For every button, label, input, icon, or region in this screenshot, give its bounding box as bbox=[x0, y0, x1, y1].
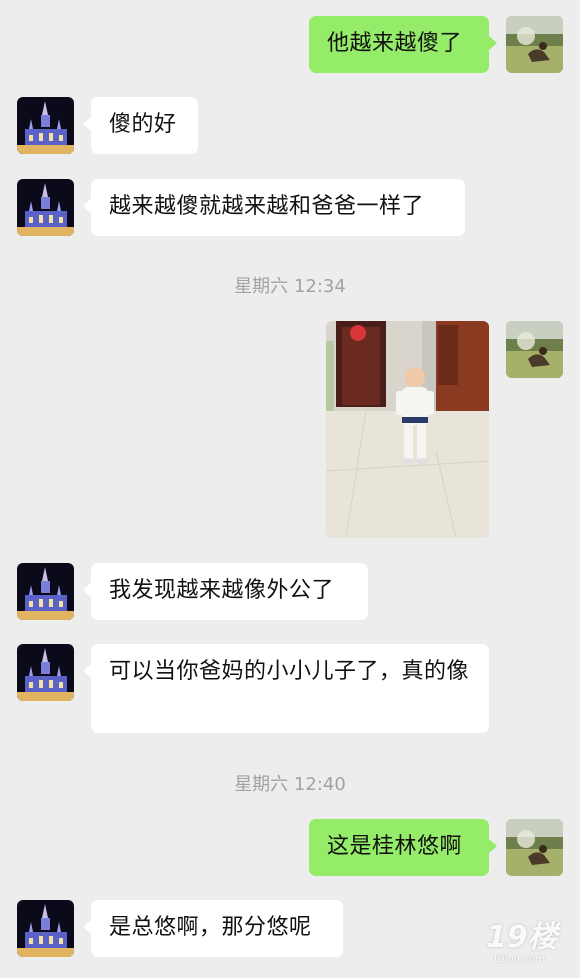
castle-avatar-image bbox=[17, 179, 74, 236]
message-bubble-received[interactable]: 傻的好 bbox=[83, 97, 198, 154]
image-message[interactable] bbox=[326, 321, 489, 538]
watermark-logo-text: 19楼 bbox=[486, 920, 558, 955]
user-avatar[interactable] bbox=[506, 819, 563, 876]
user-avatar[interactable] bbox=[506, 321, 563, 378]
castle-avatar-image bbox=[17, 644, 74, 701]
timestamp: 星期六 12:40 bbox=[234, 774, 346, 795]
site-watermark: 19楼 19lou.com bbox=[486, 920, 566, 968]
message-bubble-sent[interactable]: 他越来越傻了 bbox=[309, 16, 497, 73]
message-bubble-received[interactable]: 我发现越来越像外公了 bbox=[83, 563, 368, 620]
contact-avatar[interactable] bbox=[17, 97, 74, 154]
woman-on-grass-avatar-image bbox=[506, 321, 563, 378]
message-bubble-received[interactable]: 是总悠啊，那分悠呢 bbox=[83, 900, 343, 957]
woman-on-grass-avatar-image bbox=[506, 16, 563, 73]
castle-avatar-image bbox=[17, 900, 74, 957]
contact-avatar[interactable] bbox=[17, 179, 74, 236]
contact-avatar[interactable] bbox=[17, 900, 74, 957]
timestamp: 星期六 12:34 bbox=[234, 276, 346, 297]
woman-on-grass-avatar-image bbox=[506, 819, 563, 876]
castle-avatar-image bbox=[17, 97, 74, 154]
message-bubble-sent[interactable]: 这是桂林悠啊 bbox=[309, 819, 497, 876]
toddler-photo bbox=[326, 321, 489, 538]
contact-avatar[interactable] bbox=[17, 644, 74, 701]
message-bubble-received[interactable]: 越来越傻就越来越和爸爸一样了 bbox=[83, 179, 465, 236]
chat-conversation: 他越来越傻了 傻的好 越来越傻就越来越和爸爸一样了 星期六 12:34 我发现越… bbox=[0, 0, 580, 978]
contact-avatar[interactable] bbox=[17, 563, 74, 620]
watermark-url: 19lou.com bbox=[492, 954, 545, 965]
castle-avatar-image bbox=[17, 563, 74, 620]
message-bubble-received[interactable]: 可以当你爸妈的小小儿子了，真的像 bbox=[83, 644, 489, 733]
user-avatar[interactable] bbox=[506, 16, 563, 73]
